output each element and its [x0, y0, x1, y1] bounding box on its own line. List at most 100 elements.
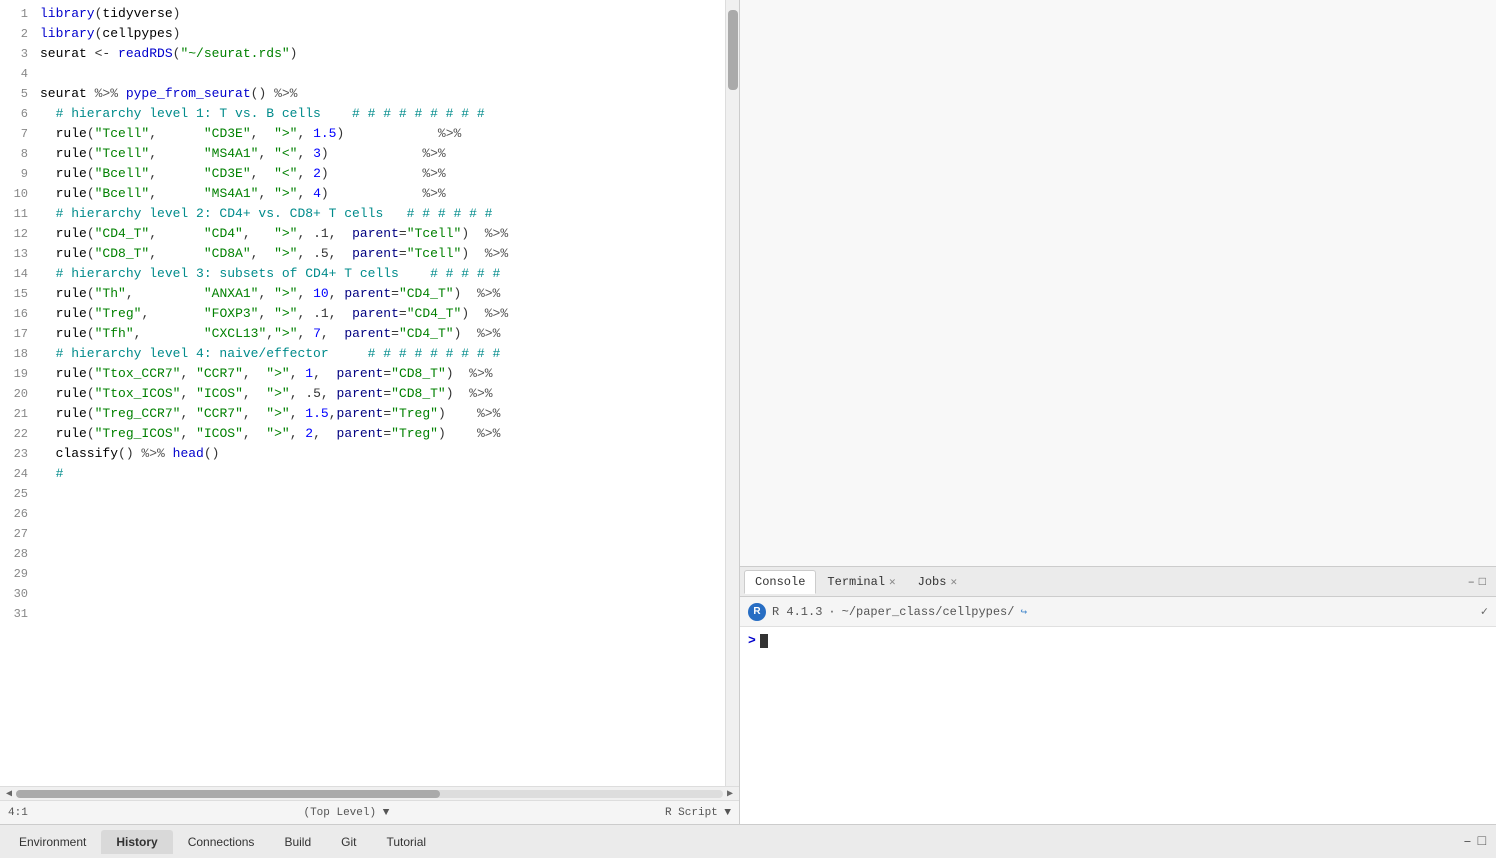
console-dir-link-icon[interactable]: ↪: [1020, 605, 1027, 619]
console-body[interactable]: >: [740, 627, 1496, 824]
code-line: 11 # hierarchy level 2: CD4+ vs. CD8+ T …: [0, 204, 723, 224]
code-line: 6 # hierarchy level 1: T vs. B cells # #…: [0, 104, 723, 124]
tab-jobs[interactable]: Jobs ✕: [907, 570, 968, 594]
line-content: rule("Th", "ANXA1", ">", 10, parent="CD4…: [40, 284, 723, 304]
line-content: seurat %>% pype_from_seurat() %>%: [40, 84, 723, 104]
line-content: library(cellpypes): [40, 24, 723, 44]
terminal-close-icon[interactable]: ✕: [889, 575, 896, 589]
line-content: [40, 584, 723, 604]
line-content: rule("CD8_T", "CD8A", ">", .5, parent="T…: [40, 244, 723, 264]
minimize-console-icon[interactable]: ‒: [1468, 575, 1475, 589]
line-number: 27: [0, 524, 40, 544]
scrollbar-track[interactable]: [16, 790, 723, 798]
line-content: [40, 604, 723, 624]
line-number: 21: [0, 404, 40, 424]
code-line: 3seurat <- readRDS("~/seurat.rds"): [0, 44, 723, 64]
line-content: rule("Tcell", "CD3E", ">", 1.5) %>%: [40, 124, 723, 144]
code-line: 29: [0, 564, 723, 584]
code-line: 1library(tidyverse): [0, 4, 723, 24]
line-number: 17: [0, 324, 40, 344]
code-line: 14 # hierarchy level 3: subsets of CD4+ …: [0, 264, 723, 284]
line-number: 30: [0, 584, 40, 604]
code-line: 30: [0, 584, 723, 604]
line-content: rule("Treg_ICOS", "ICOS", ">", 2, parent…: [40, 424, 723, 444]
line-content: [40, 524, 723, 544]
bottom-minimize-icon[interactable]: ‒: [1463, 834, 1471, 850]
line-content: # hierarchy level 1: T vs. B cells # # #…: [40, 104, 723, 124]
code-line: 2library(cellpypes): [0, 24, 723, 44]
tab-history[interactable]: History: [101, 830, 172, 854]
line-number: 29: [0, 564, 40, 584]
r-logo-icon: R: [748, 603, 766, 621]
maximize-console-icon[interactable]: □: [1479, 575, 1486, 589]
scroll-left-arrow[interactable]: ◀: [2, 787, 16, 801]
line-content: [40, 544, 723, 564]
console-tabs-bar: Console Terminal ✕ Jobs ✕ ‒ □: [740, 567, 1496, 597]
line-number: 13: [0, 244, 40, 264]
line-number: 1: [0, 4, 40, 24]
jobs-close-icon[interactable]: ✕: [950, 575, 957, 589]
scrollbar-thumb[interactable]: [16, 790, 440, 798]
main-area: 1library(tidyverse)2library(cellpypes)3s…: [0, 0, 1496, 824]
scroll-right-arrow[interactable]: ▶: [723, 787, 737, 801]
code-line: 13 rule("CD8_T", "CD8A", ">", .5, parent…: [0, 244, 723, 264]
line-number: 28: [0, 544, 40, 564]
tab-git[interactable]: Git: [326, 830, 371, 854]
line-number: 6: [0, 104, 40, 124]
scope-indicator: (Top Level) ▼: [303, 807, 389, 819]
code-content[interactable]: 1library(tidyverse)2library(cellpypes)3s…: [0, 0, 739, 786]
code-line: 10 rule("Bcell", "MS4A1", ">", 4) %>%: [0, 184, 723, 204]
code-line: 23 classify() %>% head(): [0, 444, 723, 464]
tab-build[interactable]: Build: [269, 830, 326, 854]
line-content: rule("Ttox_ICOS", "ICOS", ">", .5, paren…: [40, 384, 723, 404]
line-number: 8: [0, 144, 40, 164]
line-number: 16: [0, 304, 40, 324]
editor-status-bar: 4:1 (Top Level) ▼ R Script ▼: [0, 800, 739, 824]
line-content: seurat <- readRDS("~/seurat.rds"): [40, 44, 723, 64]
tab-terminal[interactable]: Terminal ✕: [816, 570, 906, 594]
horizontal-scrollbar[interactable]: ◀ ▶: [0, 786, 739, 800]
line-number: 4: [0, 64, 40, 84]
line-content: rule("Tfh", "CXCL13",">", 7, parent="CD4…: [40, 324, 723, 344]
line-content: # hierarchy level 4: naive/effector # # …: [40, 344, 723, 364]
tab-connections[interactable]: Connections: [173, 830, 270, 854]
tab-environment[interactable]: Environment: [4, 830, 101, 854]
line-number: 23: [0, 444, 40, 464]
bottom-maximize-icon[interactable]: □: [1478, 834, 1486, 850]
line-content: rule("Bcell", "MS4A1", ">", 4) %>%: [40, 184, 723, 204]
line-content: #: [40, 464, 723, 484]
console-panel: Console Terminal ✕ Jobs ✕ ‒ □: [740, 566, 1496, 824]
bottom-tabs-panel: Environment History Connections Build Gi…: [0, 824, 1496, 858]
cursor-position: 4:1: [8, 807, 28, 819]
bottom-tab-actions: ‒ □: [1463, 834, 1492, 850]
tab-tutorial[interactable]: Tutorial: [371, 830, 441, 854]
code-line: 15 rule("Th", "ANXA1", ">", 10, parent="…: [0, 284, 723, 304]
line-number: 7: [0, 124, 40, 144]
line-content: rule("Bcell", "CD3E", "<", 2) %>%: [40, 164, 723, 184]
code-line: 4: [0, 64, 723, 84]
line-content: rule("Treg_CCR7", "CCR7", ">", 1.5,paren…: [40, 404, 723, 424]
line-content: [40, 484, 723, 504]
code-line: 31: [0, 604, 723, 624]
code-line: 26: [0, 504, 723, 524]
line-number: 31: [0, 604, 40, 624]
line-content: rule("Ttox_CCR7", "CCR7", ">", 1, parent…: [40, 364, 723, 384]
tab-console[interactable]: Console: [744, 570, 816, 594]
line-content: library(tidyverse): [40, 4, 723, 24]
line-number: 5: [0, 84, 40, 104]
line-content: [40, 504, 723, 524]
r-version: R 4.1.3: [772, 605, 822, 619]
line-content: rule("Treg", "FOXP3", ">", .1, parent="C…: [40, 304, 723, 324]
vertical-scrollbar-thumb[interactable]: [728, 10, 738, 90]
vertical-scrollbar[interactable]: [725, 0, 739, 786]
code-line: 18 # hierarchy level 4: naive/effector #…: [0, 344, 723, 364]
line-content: [40, 564, 723, 584]
code-line: 17 rule("Tfh", "CXCL13",">", 7, parent="…: [0, 324, 723, 344]
line-content: rule("CD4_T", "CD4", ">", .1, parent="Tc…: [40, 224, 723, 244]
console-checkmark-icon[interactable]: ✓: [1481, 605, 1488, 619]
line-number: 22: [0, 424, 40, 444]
code-line: 9 rule("Bcell", "CD3E", "<", 2) %>%: [0, 164, 723, 184]
line-number: 19: [0, 364, 40, 384]
editor-panel: 1library(tidyverse)2library(cellpypes)3s…: [0, 0, 740, 824]
code-line: 7 rule("Tcell", "CD3E", ">", 1.5) %>%: [0, 124, 723, 144]
